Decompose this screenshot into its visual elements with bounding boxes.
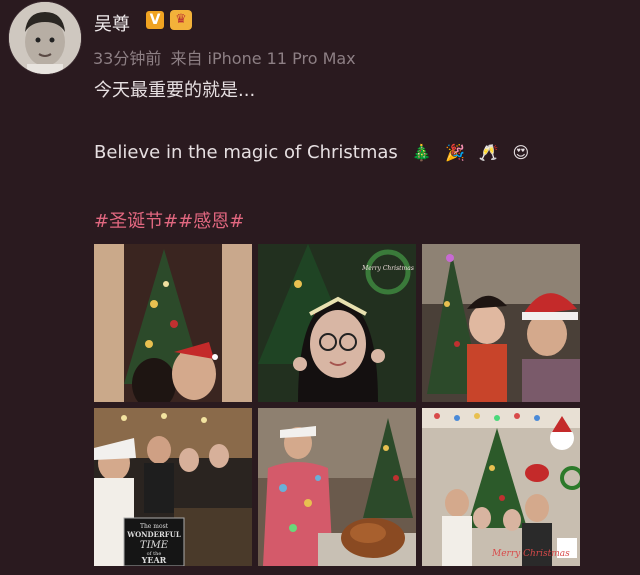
username[interactable]: 吴尊 xyxy=(94,10,130,36)
photo-grid: Merry Christmas The most WONDERFUL TIME … xyxy=(94,244,580,566)
post-meta: 33分钟前 来自 iPhone 11 Pro Max xyxy=(93,45,360,69)
photo-4[interactable]: The most WONDERFUL TIME of the YEAR xyxy=(94,408,252,566)
photo-5[interactable] xyxy=(258,408,416,566)
photo-3[interactable] xyxy=(422,244,580,402)
post-text-line1: 今天最重要的就是... xyxy=(94,80,256,101)
sign-line-5: YEAR xyxy=(141,555,167,565)
photo-6[interactable]: Merry Christmas xyxy=(422,408,580,566)
tag-christmas[interactable]: #圣诞节# xyxy=(94,211,178,232)
christmas-tree-icon: 🎄 xyxy=(411,143,432,162)
avatar[interactable] xyxy=(8,1,82,75)
merry-christmas-text: Merry Christmas xyxy=(491,549,570,559)
topic-tags: #圣诞节##感恩# xyxy=(94,207,244,233)
sign-line-3: TIME xyxy=(140,540,169,551)
post-text-line2: Believe in the magic of Christmas xyxy=(94,142,398,163)
photo-2[interactable]: Merry Christmas xyxy=(258,244,416,402)
heart-eyes-icon: 😍 xyxy=(512,143,530,162)
photo-1[interactable] xyxy=(94,244,252,402)
verified-icon: V xyxy=(146,11,164,29)
post-text-line2-row: Believe in the magic of Christmas 🎄 🎉 🥂 … xyxy=(94,142,529,163)
post-source: 来自 iPhone 11 Pro Max xyxy=(170,49,356,68)
sign-line-2: WONDERFUL xyxy=(126,530,181,539)
party-popper-icon: 🎉 xyxy=(445,143,466,162)
tag-thanks[interactable]: #感恩# xyxy=(178,211,244,232)
crown-icon: ♛ xyxy=(170,10,192,30)
sign-line-1: The most xyxy=(140,523,169,530)
clinking-glasses-icon: 🥂 xyxy=(478,143,499,162)
merry-christmas-overlay: Merry Christmas xyxy=(361,265,414,272)
post-time: 33分钟前 xyxy=(93,49,162,68)
